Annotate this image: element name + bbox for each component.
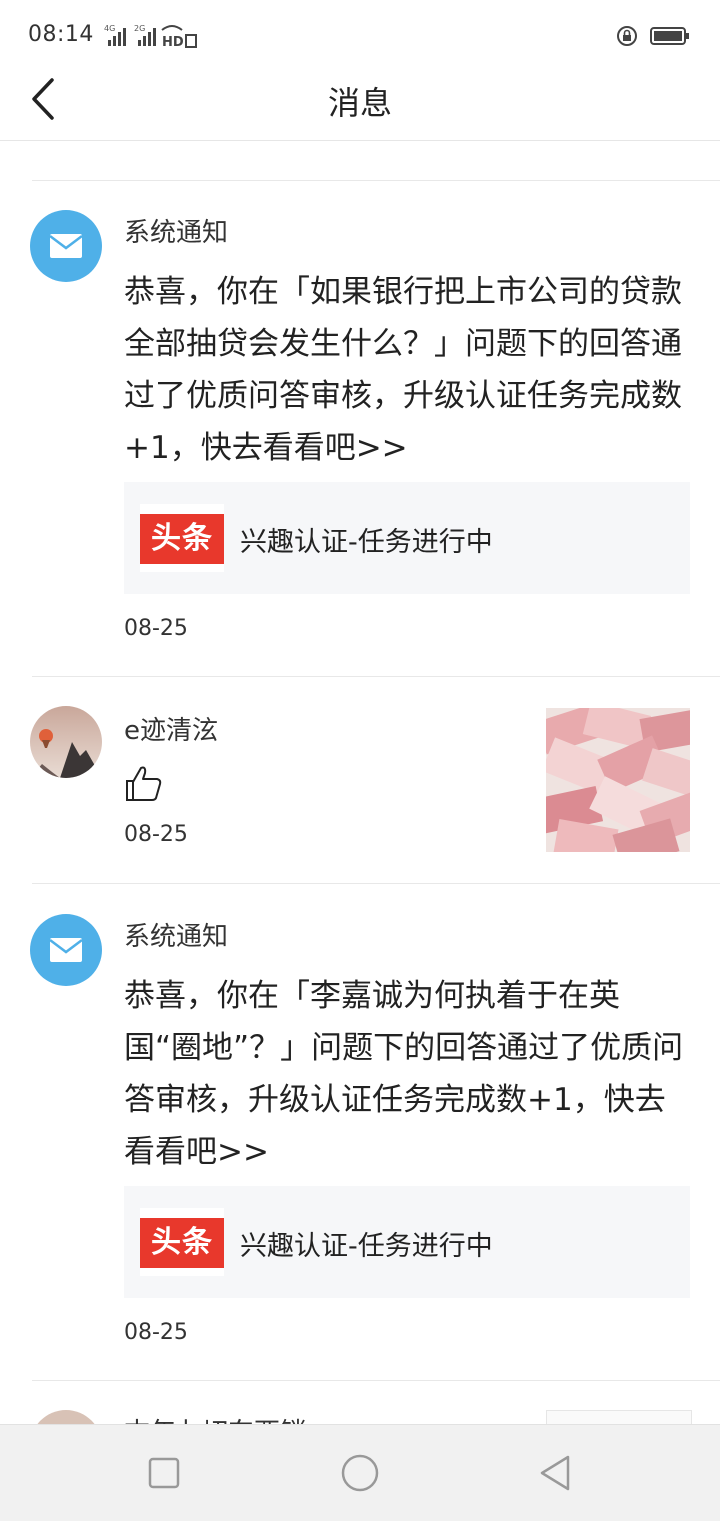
- toutiao-logo-text: 头条: [140, 514, 224, 564]
- back-nav-icon[interactable]: [536, 1453, 576, 1493]
- divider: [32, 1380, 720, 1381]
- recent-apps-icon[interactable]: [144, 1453, 184, 1493]
- user-avatar[interactable]: [30, 1410, 102, 1424]
- net1-label: 4G: [104, 24, 115, 33]
- user-avatar[interactable]: [30, 706, 102, 778]
- status-right: [616, 22, 692, 50]
- article-thumbnail[interactable]: [546, 708, 690, 852]
- thumbs-up-icon: [126, 766, 162, 801]
- net2-label: 2G: [134, 24, 145, 33]
- task-card[interactable]: 头条 兴趣认证-任务进行中: [124, 482, 690, 594]
- mail-avatar-icon: [30, 210, 102, 282]
- article-thumbnail[interactable]: [546, 1410, 692, 1424]
- battery-icon: [650, 27, 689, 45]
- card-title: 兴趣认证-任务进行中: [240, 1231, 493, 1262]
- home-icon[interactable]: [340, 1453, 380, 1493]
- page-title: 消息: [327, 84, 392, 122]
- toutiao-logo: 头条: [140, 1208, 224, 1276]
- divider: [32, 676, 720, 677]
- toutiao-logo-text: 头条: [140, 1218, 224, 1268]
- divider: [32, 180, 720, 181]
- task-card[interactable]: 头条 兴趣认证-任务进行中: [124, 1186, 690, 1298]
- divider: [32, 883, 720, 884]
- top-bar: 消息: [0, 60, 720, 141]
- sender-name: 末年七切东西销: [124, 1412, 306, 1424]
- hd-label: HD: [162, 35, 184, 48]
- sender-name: 系统通知: [124, 922, 229, 952]
- signal-icons: 4G 2G HD: [104, 24, 197, 48]
- mail-avatar-icon: [30, 914, 102, 986]
- toutiao-logo: 头条: [140, 504, 224, 572]
- sender-name: 系统通知: [124, 218, 229, 248]
- message-date: 08-25: [124, 616, 188, 641]
- rotation-lock-icon: [617, 26, 637, 46]
- message-text[interactable]: 恭喜，你在「李嘉诚为何执着于在英国“圈地”？」问题下的回答通过了优质问答审核，升…: [124, 970, 694, 1178]
- sender-name: e迹清泫: [124, 716, 218, 746]
- message-date: 08-25: [124, 1320, 188, 1345]
- card-title: 兴趣认证-任务进行中: [240, 527, 493, 558]
- message-text[interactable]: 恭喜，你在「如果银行把上市公司的贷款全部抽贷会发生什么？」问题下的回答通过了优质…: [124, 266, 694, 474]
- message-item[interactable]: 末年七切东西销: [0, 1382, 720, 1424]
- system-nav-bar: [0, 1424, 720, 1521]
- status-time: 08:14: [28, 22, 94, 47]
- message-date: 08-25: [124, 822, 188, 847]
